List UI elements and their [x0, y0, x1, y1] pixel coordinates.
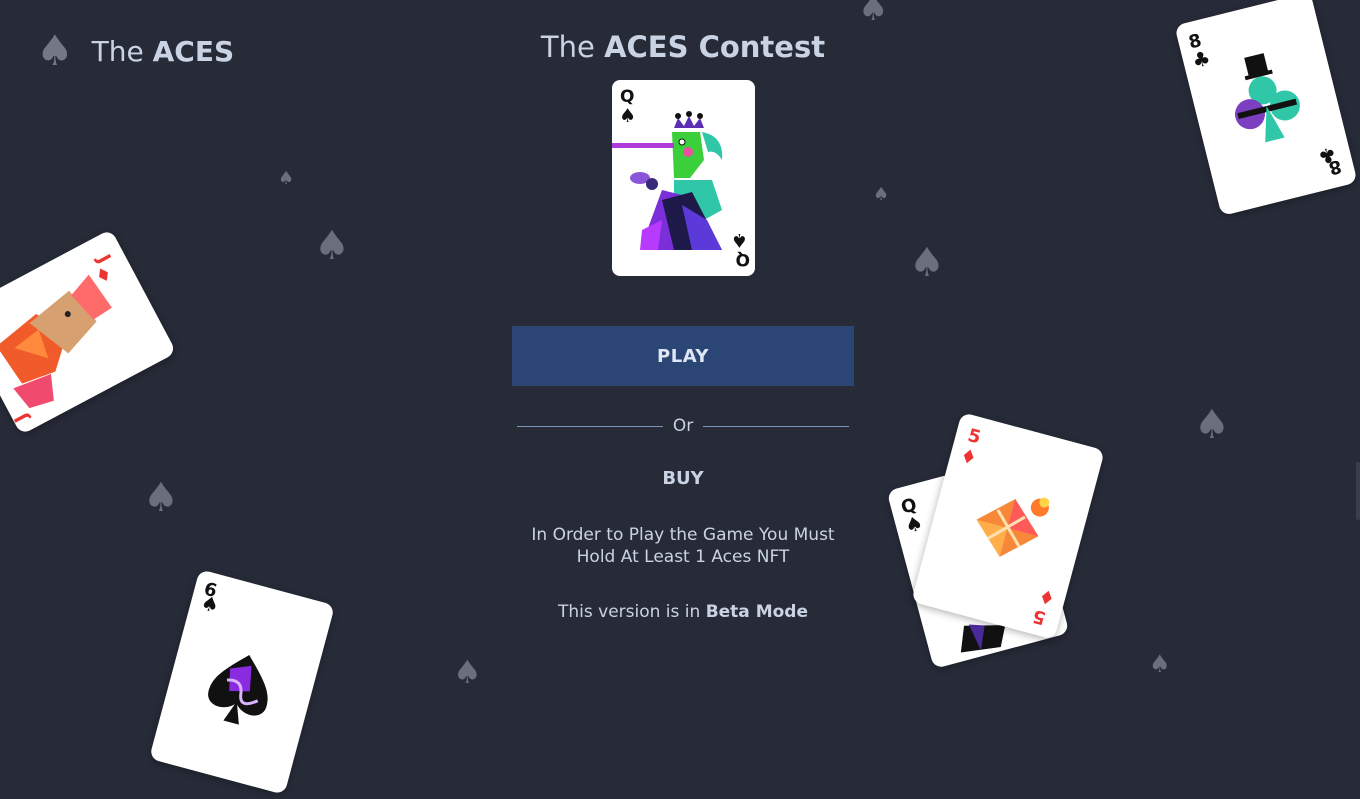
scrollbar[interactable] — [1356, 462, 1360, 520]
requirement-text: In Order to Play the Game You Must Hold … — [531, 524, 834, 568]
queen-spades-card: Q ♠ ♠ Q — [611, 80, 755, 276]
bg-spade-icon: ♠ — [873, 184, 890, 205]
queen-illustration: Q ♠ ♠ Q — [611, 87, 750, 269]
spade-illustration: 9 ♠ — [198, 577, 268, 725]
main-panel: Q ♠ ♠ Q PLAY Or BUY In Order to Play the — [512, 80, 854, 622]
bg-spade-icon: ♠ — [143, 475, 179, 521]
or-label: Or — [672, 416, 694, 436]
nine-spades-card: 9 ♠ — [149, 569, 335, 795]
page-title: The ACES Contest — [540, 30, 826, 64]
diamond-illustration: 5 5 — [963, 425, 1052, 629]
bg-spade-icon: ♠ — [278, 168, 295, 189]
suit-label: ♠ — [619, 105, 636, 127]
suit-label: ♠ — [730, 229, 747, 251]
bg-spade-icon: ♠ — [314, 223, 350, 269]
or-divider: Or — [517, 416, 849, 436]
suit-label: ♠ — [198, 590, 222, 618]
rank-label: 8 — [1326, 155, 1343, 178]
divider-line — [517, 425, 663, 427]
buy-button[interactable]: BUY — [662, 468, 703, 489]
rank-label: J — [92, 249, 115, 267]
suit-label: ♣ — [1190, 46, 1213, 74]
bg-spade-icon: ♠ — [858, 0, 889, 29]
rank-label: 5 — [1031, 605, 1049, 629]
jack-illustration: J J — [0, 249, 115, 428]
rank-label: Q — [735, 249, 749, 269]
bg-spade-icon: ♠ — [909, 240, 945, 286]
bg-spade-icon: ♠ — [453, 653, 482, 691]
divider-line — [703, 425, 849, 427]
rank-label: Q — [620, 87, 634, 107]
play-button[interactable]: PLAY — [512, 326, 854, 386]
suit-label: ♠ — [902, 510, 926, 538]
requirement-line-2: Hold At Least 1 Aces NFT — [576, 547, 790, 567]
five-diamonds-card: 5 5 — [911, 412, 1105, 640]
bg-spade-icon: ♠ — [1149, 650, 1171, 678]
rank-label: J — [11, 410, 34, 428]
jack-diamonds-card: J J — [0, 228, 177, 436]
beta-notice: This version is in Beta Mode — [557, 602, 808, 622]
rank-label: 5 — [965, 425, 983, 449]
bg-spade-icon: ♠ — [1194, 402, 1230, 448]
requirement-line-1: In Order to Play the Game You Must — [531, 525, 835, 545]
